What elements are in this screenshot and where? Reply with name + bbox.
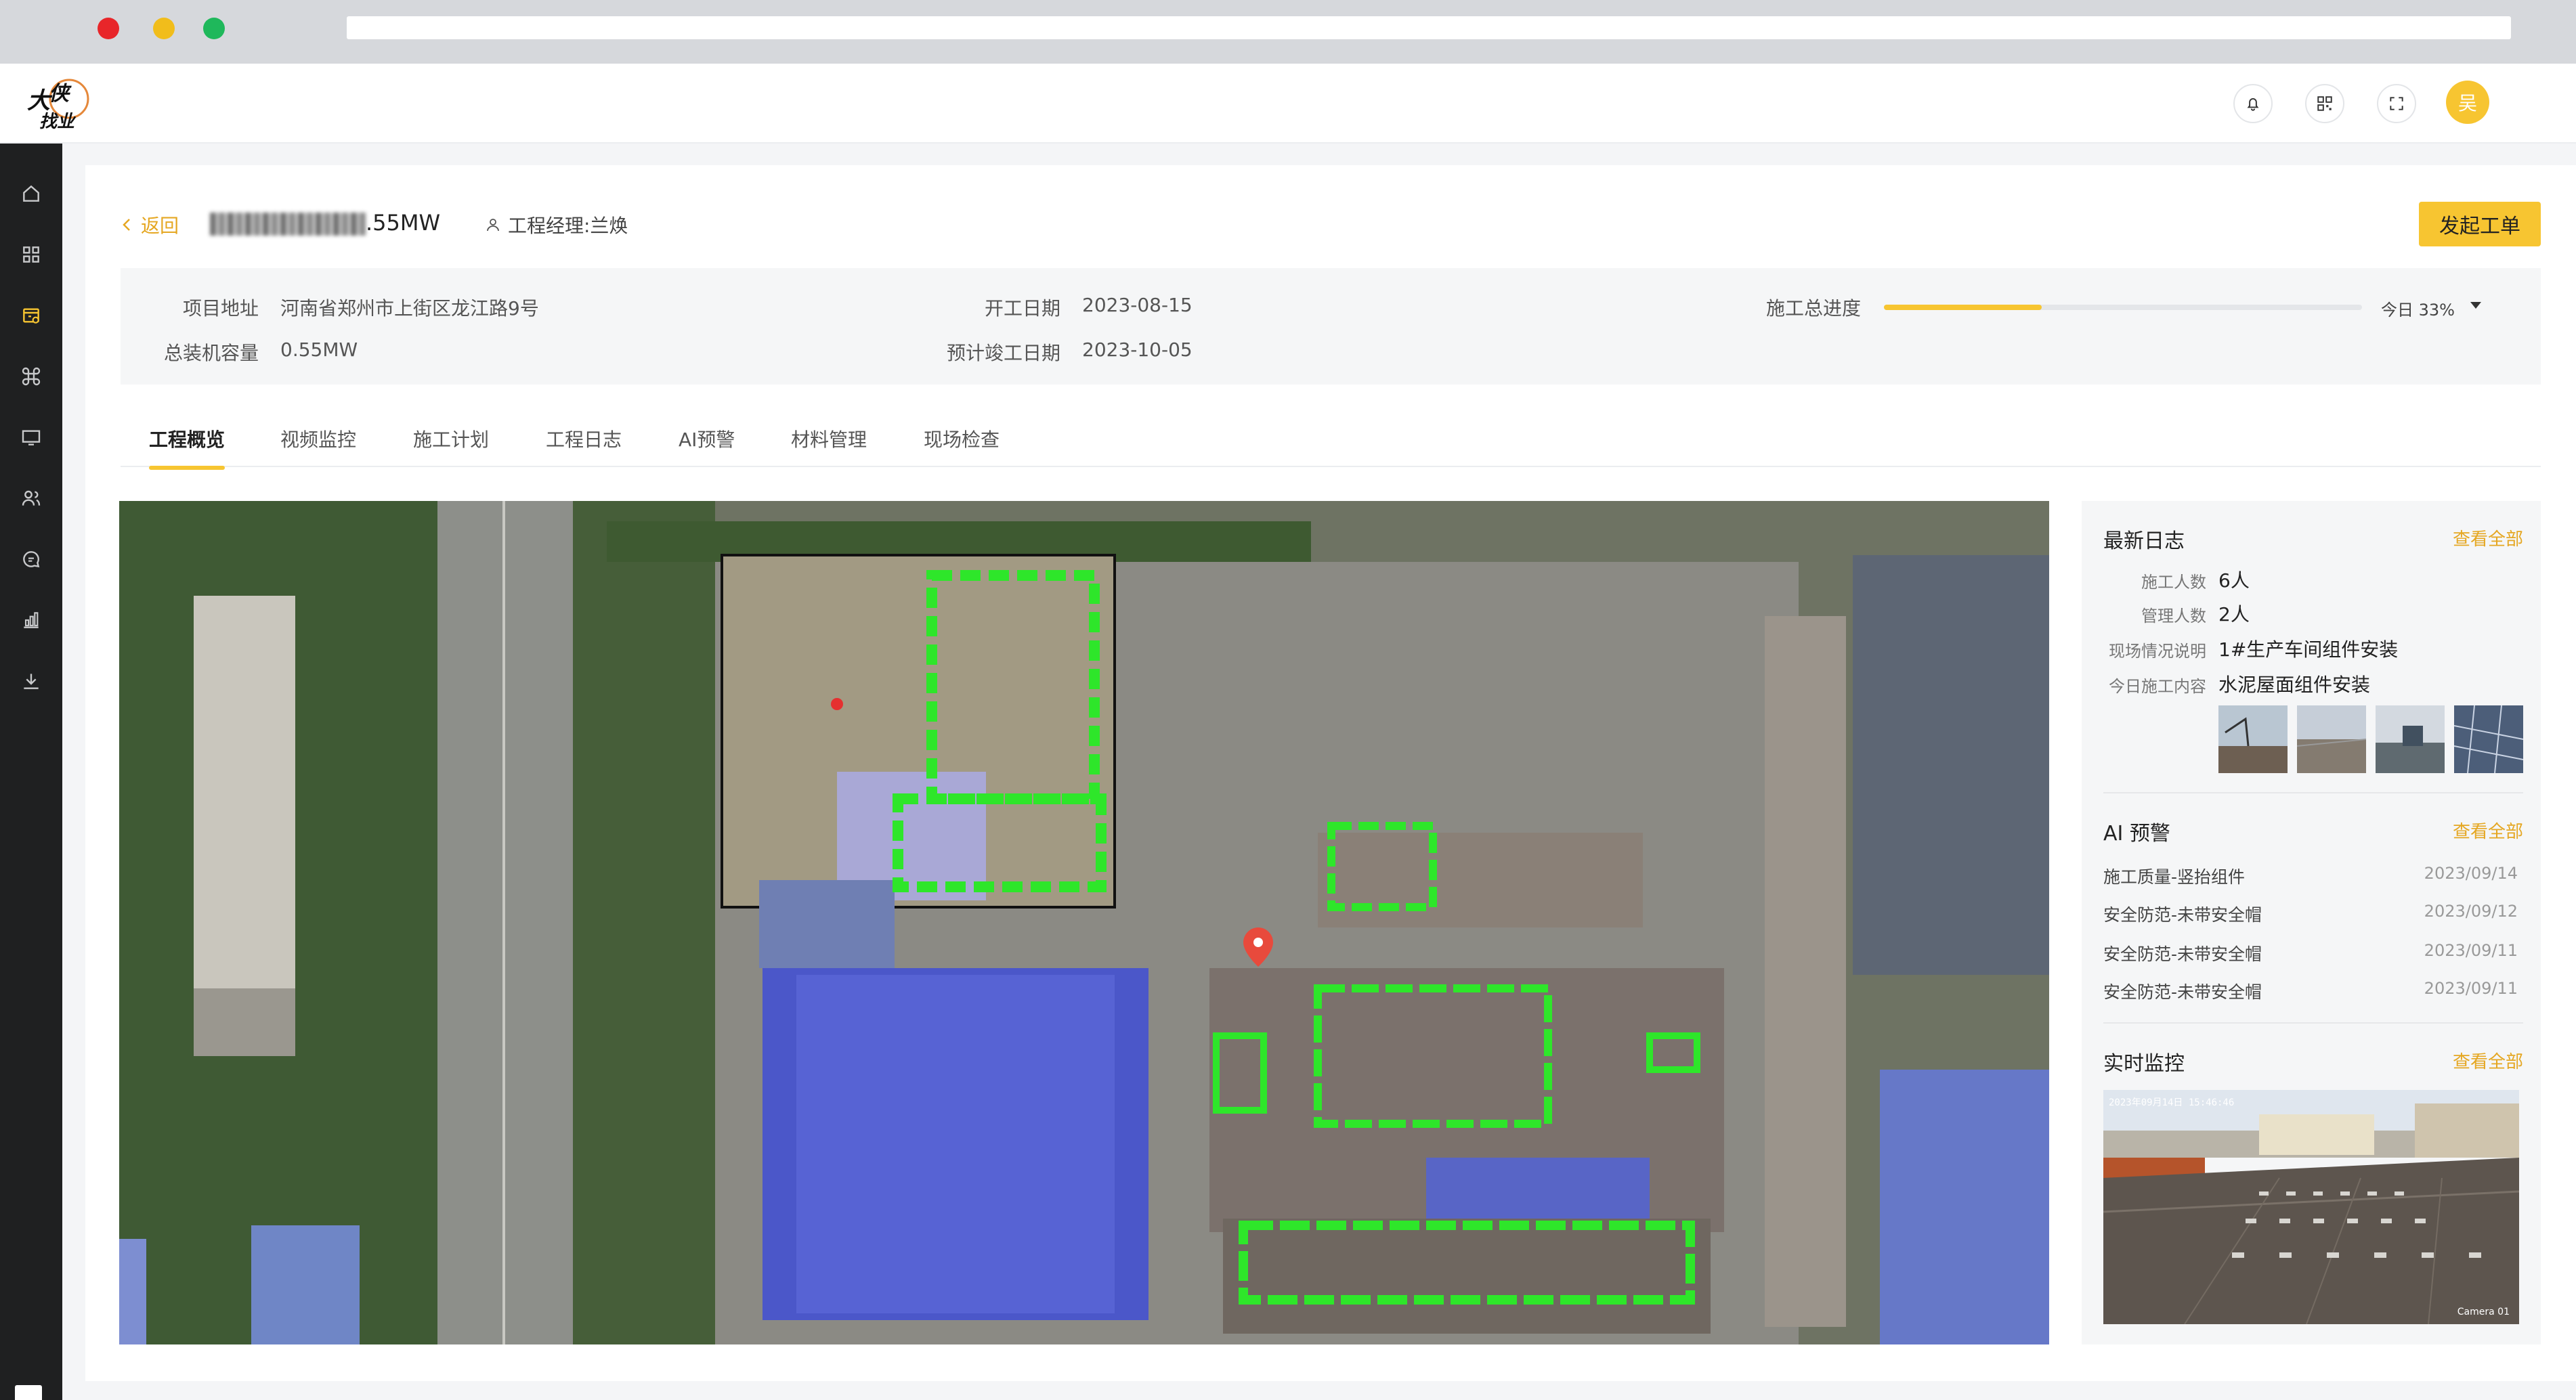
end-date-label: 预计竣工日期 [946,342,1060,364]
live-camera-feed[interactable]: 2023年09月14日 15:46:46 Camera 01 [2103,1090,2519,1324]
progress-fill [1884,305,2042,310]
log-managers-value: 2人 [2218,603,2250,626]
monitor-icon[interactable] [18,424,45,451]
ai-alert-date: 2023/09/12 [2424,902,2518,921]
section-divider [2103,792,2523,793]
svg-text:找业: 找业 [39,112,77,131]
end-date-value: 2023-10-05 [1082,338,1193,361]
address-value: 河南省郑州市上街区龙江路9号 [280,297,539,320]
home-icon[interactable] [18,180,45,207]
download-icon[interactable] [18,668,45,695]
ai-alert-date: 2023/09/11 [2424,979,2518,998]
command-icon[interactable] [18,363,45,390]
top-header: 大 侠 找业 [0,64,2576,144]
capacity-label: 总装机容量 [163,342,259,364]
camera-name: Camera 01 [2457,1307,2510,1317]
ai-alert-date: 2023/09/11 [2424,941,2518,960]
ai-alert-date: 2023/09/14 [2424,864,2518,883]
fullscreen-icon[interactable] [2377,84,2416,123]
log-photo[interactable] [2454,705,2523,773]
project-icon[interactable] [18,302,45,329]
log-view-all-link[interactable]: 查看全部 [2453,525,2523,550]
ai-view-all-link[interactable]: 查看全部 [2453,818,2523,843]
project-info [121,268,2541,385]
progress-bar [1884,305,2362,310]
chevron-down-icon[interactable] [2470,302,2481,309]
log-content-value: 水泥屋面组件安装 [2218,674,2371,696]
camera-frame [2103,1090,2519,1324]
map-image [119,501,2049,1344]
grid-icon[interactable] [18,241,45,268]
capacity-value: 0.55MW [280,338,358,361]
ai-alert-item[interactable]: 安全防范-未带安全帽 [2103,902,2262,926]
log-situation-label: 现场情况说明 [2109,642,2206,661]
start-date-value: 2023-08-15 [1082,294,1193,316]
log-situation-value: 1#生产车间组件安装 [2218,638,2399,661]
chart-icon[interactable] [18,607,45,634]
close-window-button[interactable] [98,18,119,39]
log-photo[interactable] [2297,705,2366,773]
create-work-order-button[interactable]: 发起工单 [2419,202,2541,246]
section-divider [2103,1022,2523,1024]
log-workers-value: 6人 [2218,569,2250,592]
tab-overview[interactable]: 工程概览 [149,425,226,470]
address-bar[interactable] [347,16,2511,39]
project-title-suffix: .55MW [366,210,441,236]
manager-label: 工程经理:兰焕 [508,215,628,237]
tab-bar: 工程概览 视频监控 施工计划 工程日志 AI预警 材料管理 现场检查 [121,414,2541,470]
log-photo[interactable] [2218,705,2288,773]
back-label: 返回 [141,215,179,237]
user-avatar[interactable]: 吴 [2446,81,2489,124]
redacted-title [210,213,366,236]
message-icon[interactable] [18,546,45,573]
tab-inspection[interactable]: 现场检查 [924,425,1000,452]
svg-text:侠: 侠 [49,82,72,106]
chevron-left-icon [123,219,130,231]
tab-materials[interactable]: 材料管理 [791,425,867,452]
sidebar [0,144,62,1400]
project-title: .55MW [210,210,440,236]
log-content-label: 今日施工内容 [2109,677,2206,696]
minimize-window-button[interactable] [153,18,175,39]
logo[interactable]: 大 侠 找业 [22,73,92,131]
tab-ai-alert[interactable]: AI预警 [679,425,735,452]
tab-plan[interactable]: 施工计划 [413,425,489,452]
tab-log[interactable]: 工程日志 [546,425,622,452]
sidebar-collapse-button[interactable] [15,1385,42,1400]
maximize-window-button[interactable] [203,18,225,39]
start-date-label: 开工日期 [984,297,1060,320]
ai-alert-title: AI 预警 [2103,822,2170,846]
progress-label: 施工总进度 [1765,297,1861,320]
ai-alert-item[interactable]: 安全防范-未带安全帽 [2103,979,2262,1003]
ai-alert-item[interactable]: 安全防范-未带安全帽 [2103,941,2262,965]
tab-video[interactable]: 视频监控 [280,425,356,452]
project-manager: 工程经理:兰焕 [485,211,628,238]
ai-alert-item[interactable]: 施工质量-竖抬组件 [2103,864,2245,888]
bell-icon[interactable] [2233,84,2273,123]
progress-text: 今日 33% [2381,301,2455,320]
latest-log-title: 最新日志 [2103,529,2185,553]
user-icon [487,219,499,232]
address-label: 项目地址 [182,297,259,320]
users-icon[interactable] [18,485,45,512]
live-view-all-link[interactable]: 查看全部 [2453,1048,2523,1073]
live-monitor-title: 实时监控 [2103,1052,2185,1076]
browser-chrome [0,0,2576,64]
log-photo[interactable] [2376,705,2445,773]
camera-timestamp: 2023年09月14日 15:46:46 [2109,1097,2235,1108]
satellite-map[interactable] [119,501,2049,1344]
qr-code-icon[interactable] [2305,84,2344,123]
log-managers-label: 管理人数 [2141,607,2206,626]
back-button[interactable]: 返回 [122,211,179,238]
log-workers-label: 施工人数 [2141,573,2206,592]
